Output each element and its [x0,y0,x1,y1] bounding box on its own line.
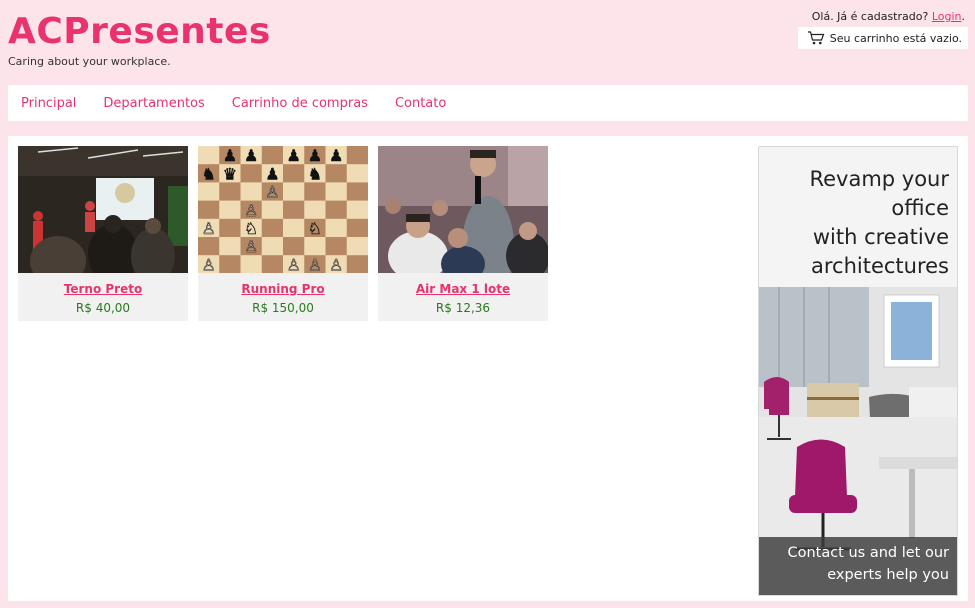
product-image[interactable]: ♟ ♟ ♟ ♟ ♟ ♞ ♛ ♟ ♞ ♙ ♙ ♙ ♘ ♘ ♙ ♙ ♙ ♙ ♙ [198,146,368,273]
chess-piece: ♟ [308,146,322,165]
product-card: Terno Preto R$ 40,00 [18,146,188,321]
product-price: R$ 150,00 [252,301,314,315]
cart-status[interactable]: Seu carrinho está vazio. [798,27,968,49]
chess-piece: ♞ [201,164,215,183]
ad-footer-line: experts help you [827,567,949,583]
ad-headline: Revamp your office with creative archite… [809,165,949,281]
product-card: Air Max 1 lote R$ 12,36 [378,146,548,321]
product-image[interactable] [18,146,188,273]
product-name-link[interactable]: Running Pro [198,282,368,296]
chess-piece: ♙ [265,183,279,202]
product-name-link[interactable]: Air Max 1 lote [378,282,548,296]
ad-headline-line: architectures [810,254,949,278]
cart-icon [807,31,825,45]
chess-piece: ♘ [308,219,322,238]
chess-piece: ♙ [244,237,258,256]
ad-headline-line: office [891,196,949,220]
main-nav: Principal Departamentos Carrinho de comp… [8,85,968,121]
chess-piece: ♙ [201,219,215,238]
chess-piece: ♙ [201,255,215,273]
chess-piece: ♟ [329,146,343,165]
chess-piece: ♙ [286,255,300,273]
product-card: ♟ ♟ ♟ ♟ ♟ ♞ ♛ ♟ ♞ ♙ ♙ ♙ ♘ ♘ ♙ ♙ ♙ ♙ ♙ Running Pro R$ 150,0… [198,146,368,321]
chess-piece: ♘ [244,219,258,238]
chess-piece: ♟ [286,146,300,165]
chess-piece: ♙ [244,201,258,220]
account-suffix: . [961,10,966,23]
chess-piece: ♟ [265,164,279,183]
nav-item-principal[interactable]: Principal [21,96,76,111]
chess-piece: ♟ [223,146,237,165]
cart-status-text: Seu carrinho está vazio. [829,31,962,45]
chess-piece: ♙ [308,255,322,273]
content-area: Terno Preto R$ 40,00 ♟ ♟ ♟ ♟ ♟ ♞ ♛ ♟ ♞ ♙ ♙ ♙ ♘ ♘ ♙ ♙ ♙ ♙ ♙… [8,136,968,601]
nav-item-contato[interactable]: Contato [395,96,446,111]
nav-item-carrinho[interactable]: Carrinho de compras [232,96,368,111]
login-link[interactable]: Login [932,10,962,23]
chess-piece: ♞ [308,164,322,183]
product-price: R$ 40,00 [75,301,131,315]
ad-banner[interactable]: Revamp your office with creative archite… [758,146,958,596]
product-price: R$ 12,36 [435,301,491,315]
chess-piece: ♛ [223,164,237,183]
ad-footer-line: Contact us and let our [787,545,949,561]
chess-piece: ♟ [244,146,258,165]
chess-piece: ♙ [329,255,343,273]
account-prompt: Olá. Já é cadastrado? [811,10,929,23]
site-logo[interactable]: ACPresentes [8,10,271,54]
site-tagline: Caring about your workplace. [8,55,171,68]
ad-headline-line: with creative [812,225,949,249]
nav-item-departamentos[interactable]: Departamentos [103,96,204,111]
brand-block: ACPresentes Caring about your workplace. [8,10,271,68]
product-image[interactable] [378,146,548,273]
product-name-link[interactable]: Terno Preto [18,282,188,296]
ad-footer: Contact us and let our experts help you [759,537,957,595]
account-greeting: Olá. Já é cadastrado? Login. [812,10,965,23]
ad-headline-line: Revamp your [809,167,949,191]
